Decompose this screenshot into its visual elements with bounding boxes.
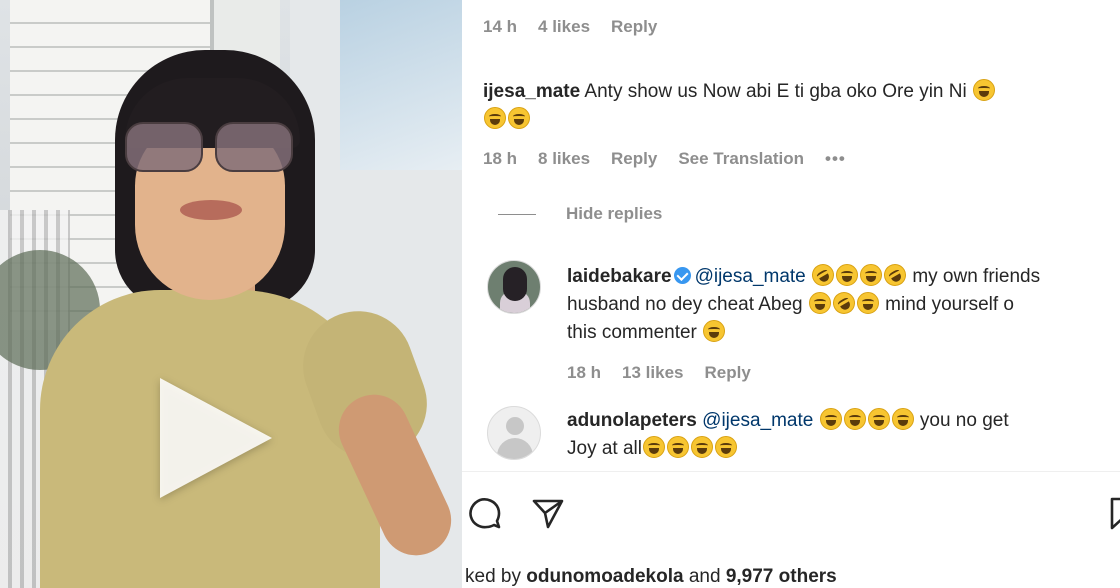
laughing-emoji-icon xyxy=(843,408,866,430)
laughing-emoji-icon xyxy=(703,320,726,342)
reply-text: husband no dey cheat Abeg xyxy=(567,294,803,315)
reply-text: my own friends xyxy=(912,266,1041,287)
laughing-emoji-icon xyxy=(973,79,995,101)
laughing-emoji-icon xyxy=(860,264,883,286)
video-person xyxy=(40,40,462,588)
laughing-emoji-icon xyxy=(867,408,890,430)
reply-meta: 18 h 13 likes Reply xyxy=(567,363,751,383)
laughing-emoji-icon xyxy=(891,408,914,430)
reply-time: 18 h xyxy=(567,363,602,382)
mention-link[interactable]: @ijesa_mate xyxy=(695,266,806,287)
laughing-emoji-icon xyxy=(690,436,713,458)
mention-link[interactable]: @ijesa_mate xyxy=(702,410,813,431)
bookmark-icon[interactable] xyxy=(1108,496,1120,532)
comment-text: Anty show us Now abi E ti gba oko Ore yi… xyxy=(584,81,967,102)
comment-username[interactable]: ijesa_mate xyxy=(483,81,580,102)
reply-username[interactable]: adunolapeters xyxy=(567,410,697,431)
comment-meta: 18 h 8 likes Reply See Translation ••• xyxy=(483,149,846,169)
divider xyxy=(462,471,1120,472)
laughing-emoji-icon xyxy=(484,107,506,129)
reply-text: Joy at all xyxy=(567,438,642,459)
liked-by-prefix: ked by xyxy=(465,566,521,587)
comment-meta: 14 h 4 likes Reply xyxy=(483,17,657,37)
reply-text: you no get xyxy=(919,410,1009,431)
avatar[interactable] xyxy=(487,260,541,314)
share-icon[interactable] xyxy=(530,496,566,532)
reply-button[interactable]: Reply xyxy=(704,363,750,383)
hide-replies-line xyxy=(498,213,536,215)
rofl-emoji-icon xyxy=(808,259,839,291)
rofl-emoji-icon xyxy=(880,259,911,291)
reply-button[interactable]: Reply xyxy=(611,149,657,169)
laughing-emoji-icon xyxy=(856,292,879,314)
comment-ijesa-mate: ijesa_mate Anty show us Now abi E ti gba… xyxy=(483,78,1103,134)
liked-by-user[interactable]: odunomoadekola xyxy=(526,566,683,587)
liked-by-count[interactable]: 9,977 others xyxy=(726,566,837,587)
laughing-emoji-icon xyxy=(508,107,530,129)
comment-likes[interactable]: 4 likes xyxy=(538,17,590,37)
laughing-emoji-icon xyxy=(714,436,737,458)
laughing-emoji-icon xyxy=(642,436,665,458)
video-player[interactable] xyxy=(0,0,462,588)
hide-replies-label: Hide replies xyxy=(566,204,663,223)
avatar[interactable] xyxy=(487,406,541,460)
reply-adunolapeters: adunolapeters @ijesa_mate you no get Joy… xyxy=(567,407,1112,463)
reply-text: mind yourself o xyxy=(885,294,1014,315)
reply-text: this commenter xyxy=(567,322,697,343)
hide-replies-button[interactable]: Hide replies xyxy=(498,204,662,224)
comment-icon[interactable] xyxy=(467,496,503,532)
verified-badge-icon xyxy=(673,267,691,284)
rofl-emoji-icon xyxy=(828,287,859,319)
reply-likes[interactable]: 13 likes xyxy=(622,363,683,383)
reply-button[interactable]: Reply xyxy=(611,17,657,37)
laughing-emoji-icon xyxy=(819,408,842,430)
laughing-emoji-icon xyxy=(666,436,689,458)
comment-time: 14 h xyxy=(483,17,518,36)
liked-by-and: and xyxy=(688,566,721,587)
liked-by: ked by odunomoadekola and 9,977 others xyxy=(465,566,837,588)
comment-time: 18 h xyxy=(483,149,518,168)
laughing-emoji-icon xyxy=(836,264,859,286)
comment-likes[interactable]: 8 likes xyxy=(538,149,590,169)
see-translation-button[interactable]: See Translation xyxy=(678,149,804,169)
laughing-emoji-icon xyxy=(808,292,831,314)
reply-laidebakare: laidebakare @ijesa_mate my own friends hu… xyxy=(567,259,1112,347)
sunglasses xyxy=(125,122,295,174)
play-icon[interactable] xyxy=(160,378,272,498)
reply-username[interactable]: laidebakare xyxy=(567,266,672,287)
more-options-icon[interactable]: ••• xyxy=(825,149,846,169)
comments-panel: 14 h 4 likes Reply ijesa_mate Anty show … xyxy=(462,0,1120,588)
